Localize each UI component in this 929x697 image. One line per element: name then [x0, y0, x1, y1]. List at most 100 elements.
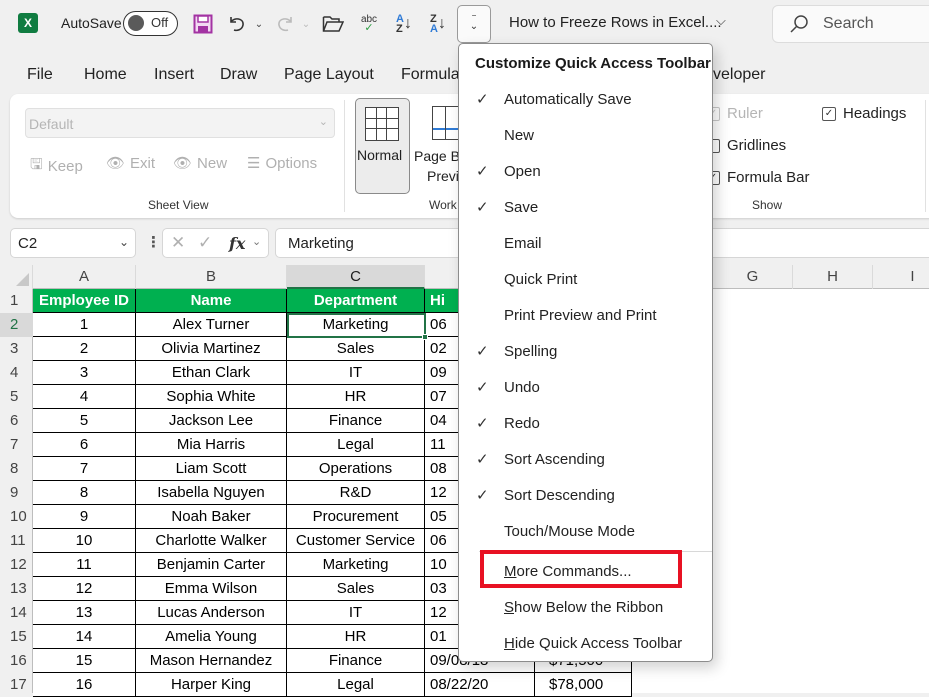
menu-item-email[interactable]: Email: [459, 226, 712, 262]
column-header-a[interactable]: A: [33, 265, 136, 289]
cell-department[interactable]: HR: [287, 385, 425, 409]
menu-command-show-below-the-ribbon[interactable]: Show Below the Ribbon: [459, 590, 712, 626]
row-header[interactable]: 8: [0, 457, 33, 481]
cell-name[interactable]: Sophia White: [136, 385, 287, 409]
name-box[interactable]: C2 ⌄: [10, 228, 136, 258]
row-header[interactable]: 3: [0, 337, 33, 361]
row-header[interactable]: 7: [0, 433, 33, 457]
menu-item-spelling[interactable]: ✓ Spelling: [459, 334, 712, 370]
cell-department[interactable]: HR: [287, 625, 425, 649]
column-header-h[interactable]: H: [793, 265, 873, 289]
cell-employee-id[interactable]: 8: [33, 481, 136, 505]
tab-home[interactable]: Home: [84, 66, 127, 84]
document-title-chevron-icon[interactable]: ⌵: [716, 13, 726, 29]
cell-department[interactable]: R&D: [287, 481, 425, 505]
menu-item-undo[interactable]: ✓ Undo: [459, 370, 712, 406]
row-header[interactable]: 11: [0, 529, 33, 553]
chevron-down-icon[interactable]: ⌄: [119, 235, 129, 249]
menu-item-redo[interactable]: ✓ Redo: [459, 406, 712, 442]
cell-department[interactable]: Marketing: [287, 553, 425, 577]
headings-checkbox[interactable]: ✓ Headings: [822, 105, 906, 122]
cell-name[interactable]: Amelia Young: [136, 625, 287, 649]
undo-icon[interactable]: [226, 12, 248, 36]
more-options-icon[interactable]: ⋮: [146, 233, 161, 251]
formula-bar-checkbox[interactable]: ✓Formula Bar: [706, 169, 810, 186]
cell-department[interactable]: Operations: [287, 457, 425, 481]
cell-employee-id[interactable]: 10: [33, 529, 136, 553]
row-header[interactable]: 13: [0, 577, 33, 601]
cell-department[interactable]: Sales: [287, 337, 425, 361]
cell-employee-id[interactable]: 4: [33, 385, 136, 409]
menu-item-save[interactable]: ✓ Save: [459, 190, 712, 226]
header-cell-department[interactable]: Department: [287, 289, 425, 313]
save-icon[interactable]: [191, 12, 215, 36]
sort-descending-icon[interactable]: Z A ↓: [425, 12, 451, 36]
row-header[interactable]: 2: [0, 313, 33, 337]
cell-name[interactable]: Olivia Martinez: [136, 337, 287, 361]
checkbox-headings[interactable]: ✓: [822, 106, 836, 121]
normal-view-button[interactable]: Normal: [355, 98, 410, 194]
row-header[interactable]: 17: [0, 673, 33, 697]
menu-item-new[interactable]: New: [459, 118, 712, 154]
column-header-c[interactable]: C: [287, 265, 425, 289]
select-all-button[interactable]: [0, 265, 33, 289]
cell-department[interactable]: Finance: [287, 409, 425, 433]
header-cell-employee-id[interactable]: Employee ID: [33, 289, 136, 313]
row-header[interactable]: 10: [0, 505, 33, 529]
tab-developer[interactable]: veloper: [713, 66, 765, 84]
sort-ascending-icon[interactable]: A Z ↓: [391, 12, 417, 36]
menu-item-touch-mouse-mode[interactable]: Touch/Mouse Mode: [459, 514, 712, 550]
search-box[interactable]: Search: [772, 5, 929, 43]
tab-formulas[interactable]: Formula: [401, 66, 460, 84]
tab-file[interactable]: File: [27, 66, 53, 84]
row-header[interactable]: 1: [0, 289, 33, 313]
cell-name[interactable]: Ethan Clark: [136, 361, 287, 385]
autosave-toggle[interactable]: Off: [123, 11, 178, 36]
cell-employee-id[interactable]: 9: [33, 505, 136, 529]
cell-department[interactable]: Sales: [287, 577, 425, 601]
menu-command-more-commands[interactable]: More Commands...: [459, 554, 712, 590]
cell-department[interactable]: IT: [287, 361, 425, 385]
open-folder-icon[interactable]: [321, 12, 345, 36]
cell-name[interactable]: Mia Harris: [136, 433, 287, 457]
cell-department[interactable]: Finance: [287, 649, 425, 673]
cell-employee-id[interactable]: 15: [33, 649, 136, 673]
menu-item-open[interactable]: ✓ Open: [459, 154, 712, 190]
cell-name[interactable]: Charlotte Walker: [136, 529, 287, 553]
column-header-b[interactable]: B: [136, 265, 287, 289]
cell-employee-id[interactable]: 5: [33, 409, 136, 433]
column-header-g[interactable]: G: [713, 265, 793, 289]
cell-name[interactable]: Liam Scott: [136, 457, 287, 481]
cell-department[interactable]: IT: [287, 601, 425, 625]
cell-name[interactable]: Alex Turner: [136, 313, 287, 337]
page-break-preview-button[interactable]: Page B Previ: [413, 98, 463, 194]
cell-employee-id[interactable]: 16: [33, 673, 136, 697]
cell-department[interactable]: Legal: [287, 433, 425, 457]
cell-employee-id[interactable]: 2: [33, 337, 136, 361]
cell-hire-date[interactable]: 08/22/20: [425, 673, 535, 697]
cell-employee-id[interactable]: 7: [33, 457, 136, 481]
cell-name[interactable]: Harper King: [136, 673, 287, 697]
cell-employee-id[interactable]: 3: [33, 361, 136, 385]
row-header[interactable]: 14: [0, 601, 33, 625]
spelling-icon[interactable]: abc ✓: [357, 12, 381, 36]
cell-employee-id[interactable]: 12: [33, 577, 136, 601]
menu-item-print-preview-and-print[interactable]: Print Preview and Print: [459, 298, 712, 334]
chevron-down-icon[interactable]: ⌄: [252, 235, 261, 248]
menu-item-sort-ascending[interactable]: ✓ Sort Ascending: [459, 442, 712, 478]
header-cell-name[interactable]: Name: [136, 289, 287, 313]
menu-item-sort-descending[interactable]: ✓ Sort Descending: [459, 478, 712, 514]
row-header[interactable]: 5: [0, 385, 33, 409]
cell-employee-id[interactable]: 13: [33, 601, 136, 625]
column-header-i[interactable]: I: [873, 265, 929, 289]
cell-name[interactable]: Lucas Anderson: [136, 601, 287, 625]
insert-function-icon[interactable]: fx: [229, 234, 245, 253]
menu-command-hide-quick-access-toolbar[interactable]: Hide Quick Access Toolbar: [459, 626, 712, 662]
customize-qat-button[interactable]: ‾ ⌄: [457, 5, 491, 43]
cell-department[interactable]: Customer Service: [287, 529, 425, 553]
cell-department[interactable]: Marketing: [287, 313, 425, 337]
cell-name[interactable]: Isabella Nguyen: [136, 481, 287, 505]
row-header[interactable]: 9: [0, 481, 33, 505]
row-header[interactable]: 15: [0, 625, 33, 649]
cell-employee-id[interactable]: 6: [33, 433, 136, 457]
